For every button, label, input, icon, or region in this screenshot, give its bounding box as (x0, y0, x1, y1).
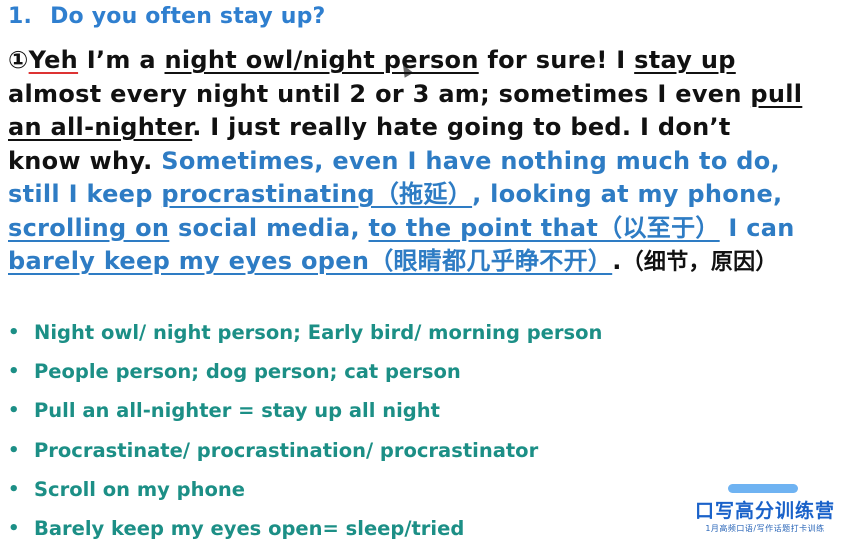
bullet-icon: • (8, 400, 20, 422)
list-item-text: People person; dog person; cat person (34, 360, 461, 384)
answer-note: （细节，原因） (621, 250, 778, 275)
phrase-to-the-point: to the point that（以至于） (368, 213, 720, 242)
phrase-barely-keep-eyes-open: barely keep my eyes open（眼睛都几乎睁不开） (8, 247, 613, 275)
phrase-scrolling-on: scrolling on (8, 213, 170, 242)
list-item-text: Night owl/ night person; Early bird/ mor… (34, 321, 603, 345)
answer-blue-text: , looking at my phone, (472, 180, 783, 208)
list-item: • Pull an all-nighter = stay up all night (8, 391, 602, 430)
list-item-text: Pull an all-nighter = stay up all night (34, 399, 440, 423)
list-item: • Barely keep my eyes open= sleep/tried (8, 509, 602, 548)
phrase-procrastinating: procrastinating（拖延） (161, 180, 473, 208)
answer-blue-text: social media, (169, 213, 369, 242)
list-item-text: Barely keep my eyes open= sleep/tried (34, 517, 465, 541)
question-title: 1. Do you often stay up? (8, 4, 326, 29)
bullet-icon: • (8, 518, 20, 540)
list-item: • Night owl/ night person; Early bird/ mo… (8, 313, 602, 352)
logo-title: 口写高分训练营 (694, 500, 835, 522)
list-item: • Scroll on my phone (8, 470, 602, 509)
sample-answer: ①Yeh I’m a night owl/night person for su… (8, 44, 808, 280)
list-item: • People person; dog person; cat person (8, 352, 602, 391)
phrase-stay-up: stay up (634, 46, 736, 74)
answer-text: I’m a (78, 46, 165, 74)
list-item-text: Scroll on my phone (34, 477, 246, 501)
answer-text: almost every night until 2 or 3 am; some… (8, 79, 751, 108)
logo-subtitle: 1月高频口语/写作话题打卡训练 (705, 524, 825, 533)
bullet-icon: • (8, 439, 20, 461)
bullet-icon: • (8, 478, 20, 500)
answer-period: . (612, 247, 622, 275)
bullet-icon: • (8, 361, 20, 383)
answer-blue-text: I can (719, 213, 795, 242)
list-item: • Procrastinate/ procrastination/ procras… (8, 431, 602, 470)
list-item-text: Procrastinate/ procrastination/ procrast… (34, 438, 539, 462)
answer-text: for sure! I (478, 46, 635, 74)
circled-number: ① (8, 46, 29, 74)
logo-pill (728, 484, 798, 493)
bullet-icon: • (8, 322, 20, 344)
vocab-list: • Night owl/ night person; Early bird/ mo… (8, 313, 602, 548)
phrase-night-owl: night owl/night person (164, 46, 479, 74)
answer-yeh: Yeh (28, 46, 79, 74)
question-number: 1. (8, 4, 33, 29)
course-logo: 口写高分训练营 1月高频口语/写作话题打卡训练 (690, 480, 840, 540)
question-text: Do you often stay up? (50, 4, 326, 29)
